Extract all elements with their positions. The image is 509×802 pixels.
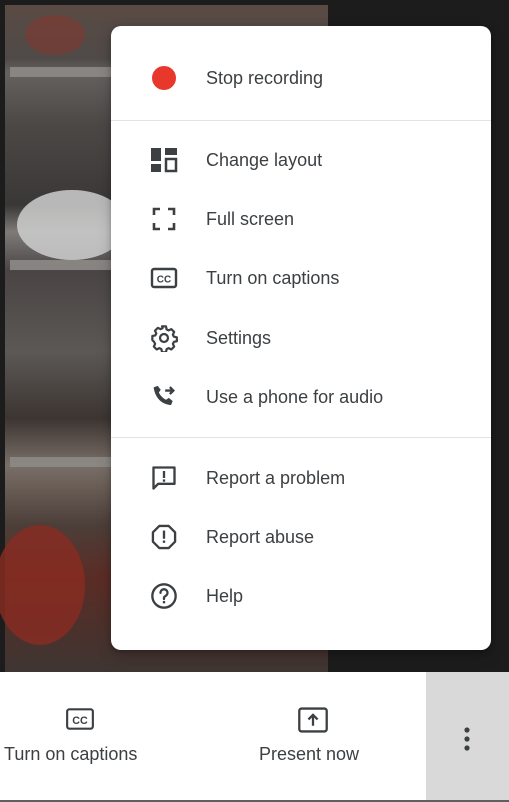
menu-divider [111,120,491,121]
more-options-menu: Stop recording Change layout Full screen… [111,26,491,650]
more-vert-icon [462,726,472,759]
menu-item-label: Turn on captions [206,267,340,288]
menu-item-report-abuse[interactable]: Report abuse [111,510,491,564]
menu-item-report-problem[interactable]: Report a problem [111,451,491,505]
layout-icon [149,145,179,175]
menu-item-full-screen[interactable]: Full screen [111,192,491,246]
svg-text:CC: CC [157,275,171,286]
gear-icon [149,323,179,353]
menu-item-label: Report abuse [206,526,315,547]
feedback-icon [149,463,179,493]
menu-item-label: Report a problem [206,467,346,488]
menu-item-label: Settings [206,327,272,348]
present-button-label: Present now [259,744,360,764]
menu-item-settings[interactable]: Settings [111,311,491,365]
help-icon [149,581,179,611]
menu-item-turn-on-captions[interactable]: CC Turn on captions [111,251,491,305]
menu-item-label: Full screen [206,208,295,229]
fullscreen-icon [149,204,179,234]
menu-item-help[interactable]: Help [111,569,491,623]
captions-icon: CC [65,706,97,734]
present-screen-icon [297,706,329,734]
phone-forward-icon [149,382,179,412]
menu-item-use-phone-for-audio[interactable]: Use a phone for audio [111,370,491,424]
menu-item-label: Change layout [206,149,323,170]
menu-item-label: Help [206,585,244,606]
report-icon [149,522,179,552]
record-dot-icon [149,63,179,93]
menu-item-change-layout[interactable]: Change layout [111,133,491,187]
turn-on-captions-button[interactable]: CC Turn on captions [0,672,170,800]
present-now-button[interactable]: Present now [240,672,390,800]
captions-button-label: Turn on captions [4,744,138,764]
menu-divider [111,437,491,438]
captions-icon: CC [149,263,179,293]
menu-item-stop-recording[interactable]: Stop recording [111,51,491,105]
more-options-button[interactable] [426,672,509,800]
menu-item-label: Use a phone for audio [206,386,384,407]
svg-text:CC: CC [72,715,88,727]
menu-item-label: Stop recording [206,67,324,88]
